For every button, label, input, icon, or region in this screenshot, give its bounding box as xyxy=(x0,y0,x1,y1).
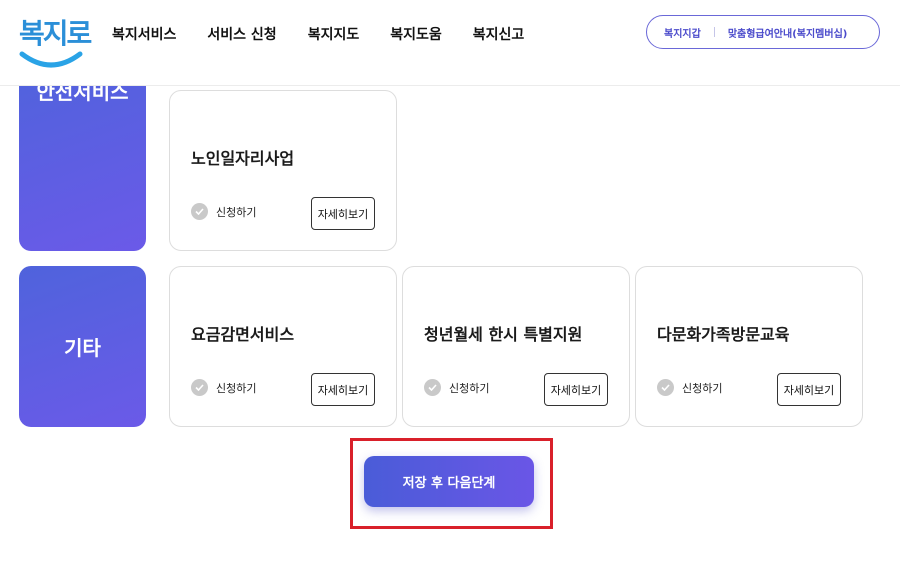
nav-welfare-service[interactable]: 복지서비스 xyxy=(112,24,176,44)
service-card: 다문화가족방문교육 신청하기 자세히보기 xyxy=(635,266,863,427)
smile-icon xyxy=(19,51,83,68)
member-links: 복지지갑 맞춤형급여안내(복지멤버십) xyxy=(646,15,880,49)
nav-welfare-help[interactable]: 복지도움 xyxy=(390,24,442,44)
detail-button[interactable]: 자세히보기 xyxy=(311,373,375,406)
service-card: 청년월세 한시 특별지원 신청하기 자세히보기 xyxy=(402,266,630,427)
apply-label: 신청하기 xyxy=(682,381,723,395)
apply-status[interactable]: 신청하기 xyxy=(191,203,256,220)
save-next-button[interactable]: 저장 후 다음단계 xyxy=(364,456,534,507)
detail-button[interactable]: 자세히보기 xyxy=(311,197,375,230)
main-nav: 복지서비스 서비스 신청 복지지도 복지도움 복지신고 xyxy=(112,24,555,44)
detail-button[interactable]: 자세히보기 xyxy=(544,373,608,406)
check-icon xyxy=(657,379,674,396)
category-label: 기타 xyxy=(64,336,101,360)
service-title: 요금감면서비스 xyxy=(191,325,295,344)
check-icon xyxy=(424,379,441,396)
nav-welfare-report[interactable]: 복지신고 xyxy=(473,24,525,44)
check-icon xyxy=(191,379,208,396)
category-tile-safety: 안전서비스 xyxy=(19,60,146,251)
apply-status[interactable]: 신청하기 xyxy=(191,379,256,396)
apply-label: 신청하기 xyxy=(449,381,490,395)
service-title: 노인일자리사업 xyxy=(191,149,295,168)
nav-welfare-map[interactable]: 복지지도 xyxy=(308,24,360,44)
apply-label: 신청하기 xyxy=(216,205,257,219)
welfare-wallet-link[interactable]: 복지지갑 xyxy=(664,25,701,40)
check-icon xyxy=(191,203,208,220)
service-card: 노인일자리사업 신청하기 자세히보기 xyxy=(169,90,397,251)
logo-text: 복지로 xyxy=(19,17,92,50)
site-header: 복지로 복지서비스 서비스 신청 복지지도 복지도움 복지신고 복지지갑 맞춤형… xyxy=(0,0,900,86)
welfare-membership-link[interactable]: 맞춤형급여안내(복지멤버십) xyxy=(728,25,848,40)
service-title: 다문화가족방문교육 xyxy=(657,325,790,344)
service-card: 요금감면서비스 신청하기 자세히보기 xyxy=(169,266,397,427)
site-logo[interactable]: 복지로 xyxy=(17,12,92,74)
service-title: 청년월세 한시 특별지원 xyxy=(424,325,583,344)
detail-button[interactable]: 자세히보기 xyxy=(777,373,841,406)
category-tile-etc: 기타 xyxy=(19,266,146,427)
divider xyxy=(713,27,715,37)
apply-status[interactable]: 신청하기 xyxy=(424,379,489,396)
apply-label: 신청하기 xyxy=(216,381,257,395)
apply-status[interactable]: 신청하기 xyxy=(657,379,722,396)
nav-service-apply[interactable]: 서비스 신청 xyxy=(207,24,276,44)
